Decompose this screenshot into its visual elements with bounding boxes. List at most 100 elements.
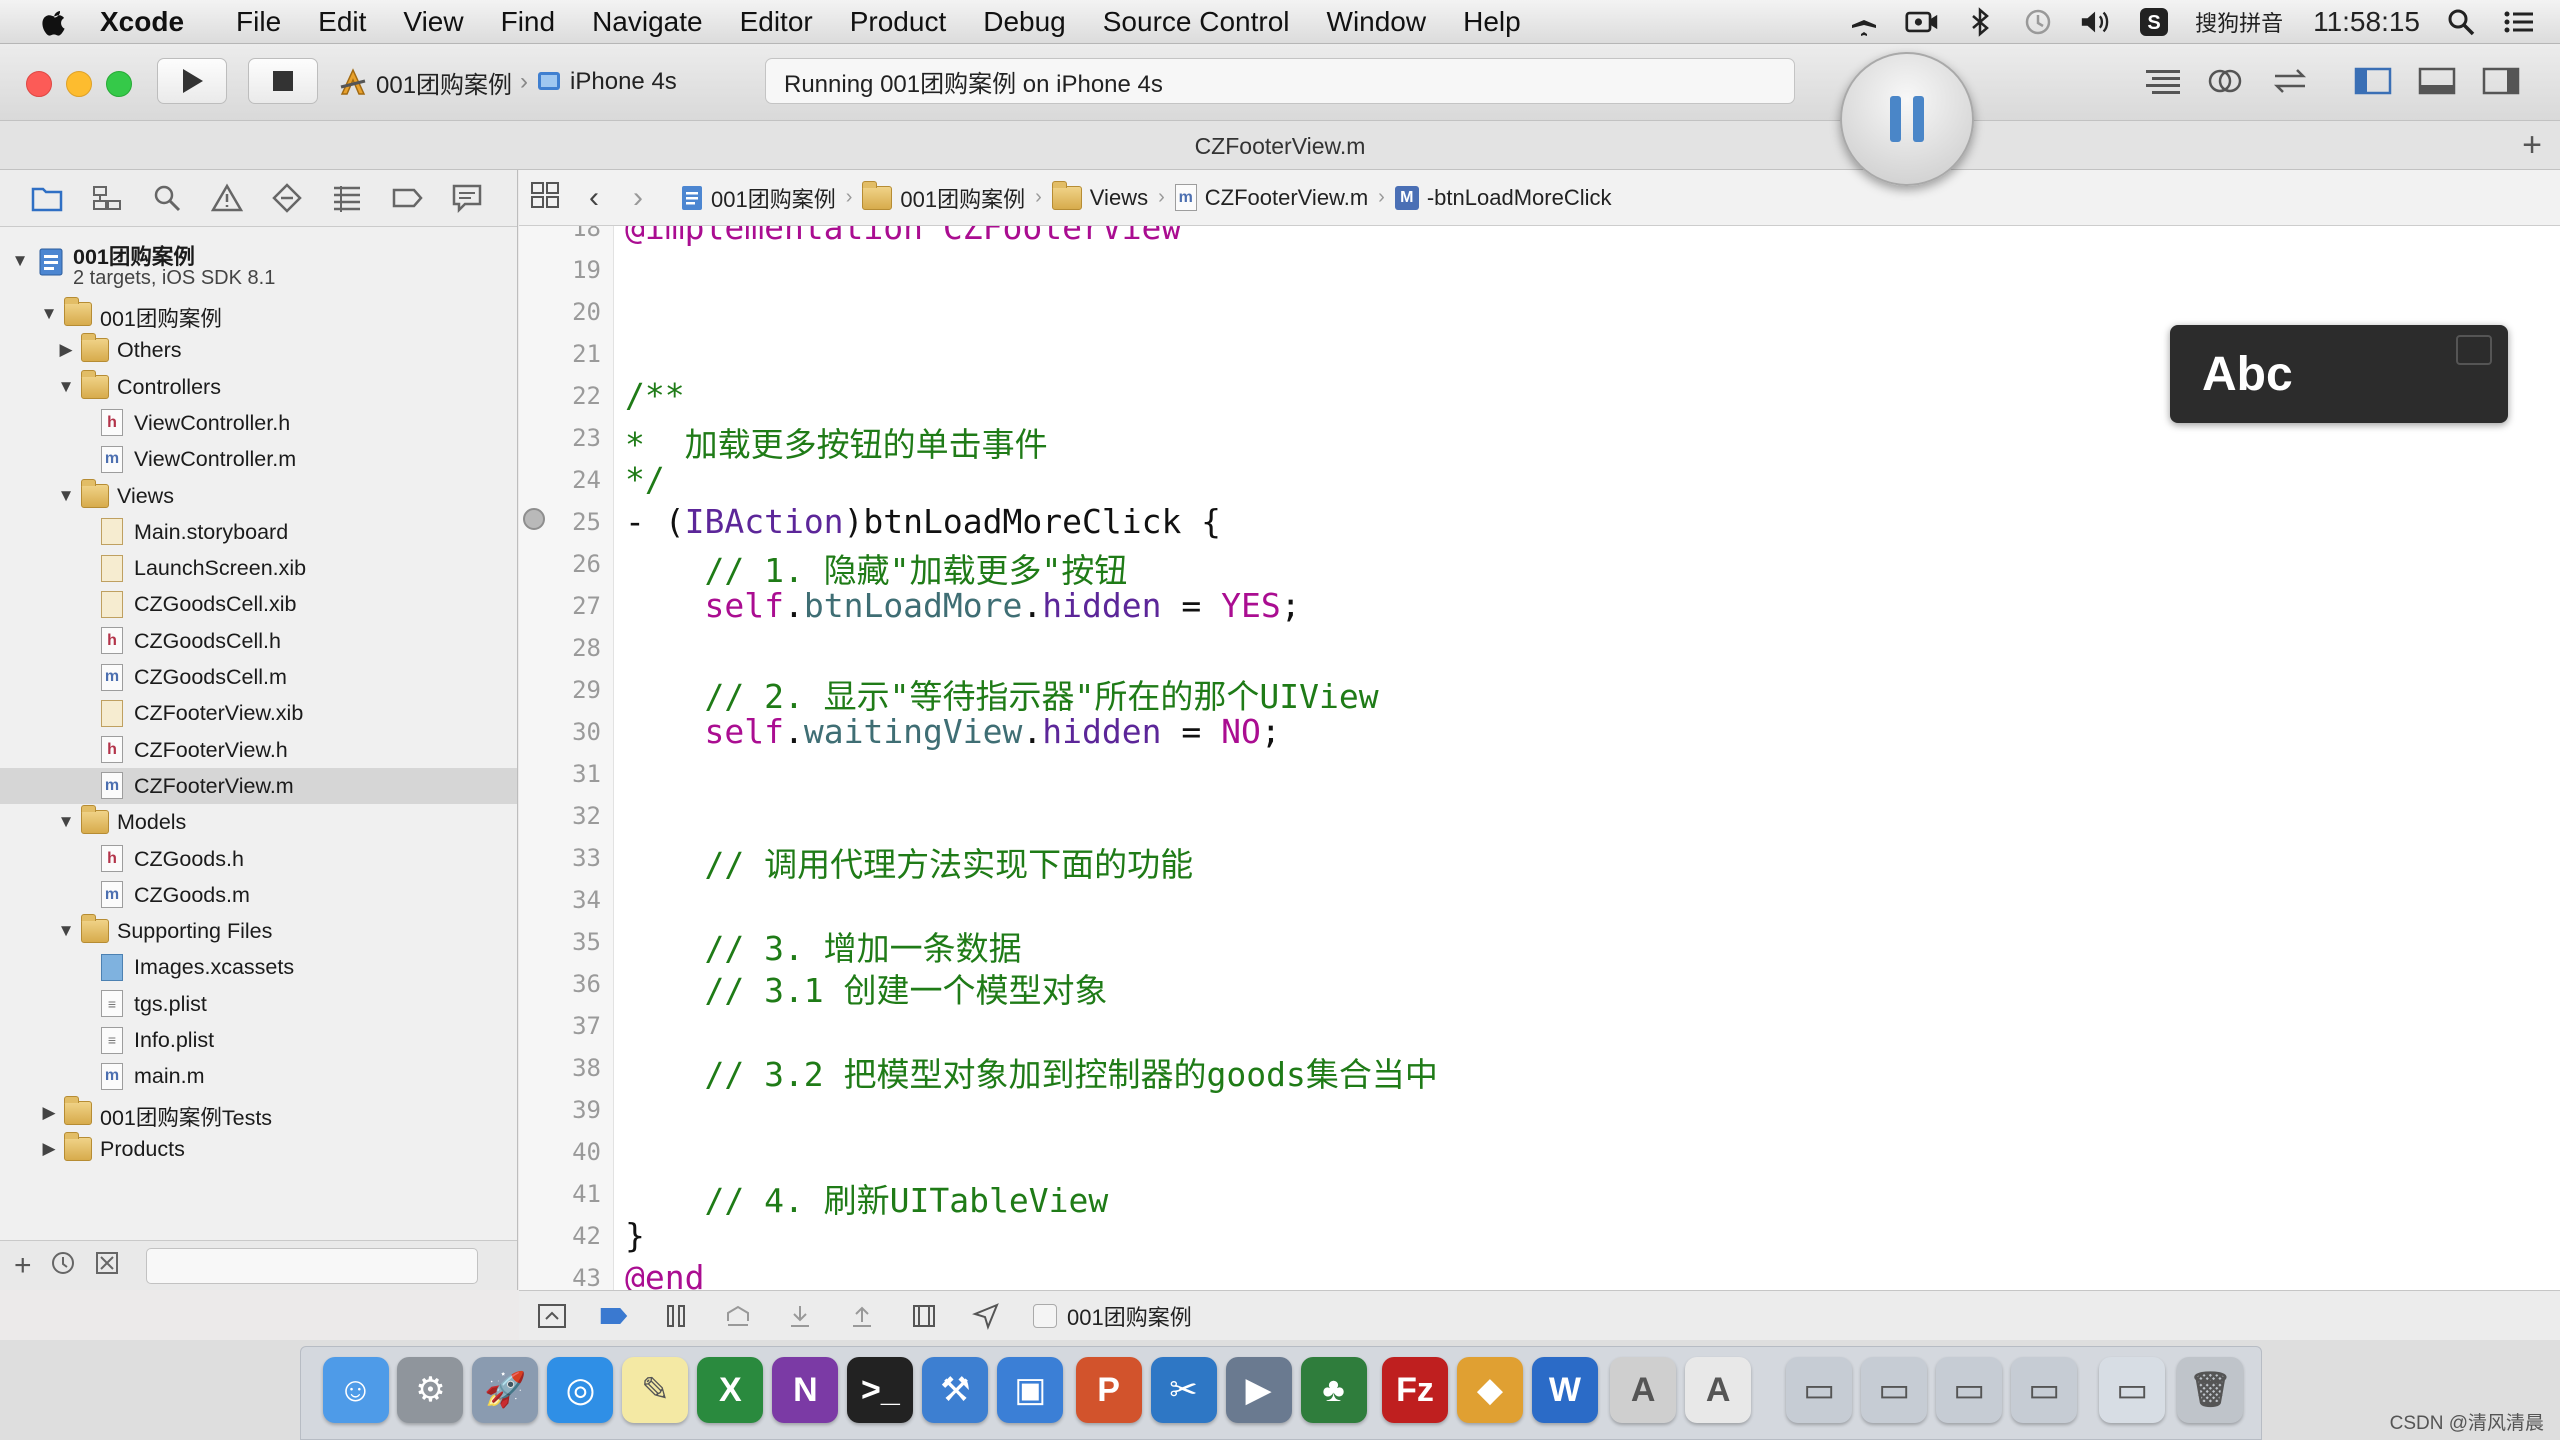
run-button[interactable] <box>157 58 227 104</box>
menu-window[interactable]: Window <box>1327 6 1427 38</box>
disclosure-closed-icon[interactable]: ▶ <box>40 1139 58 1158</box>
file-tree-row[interactable]: ≡ tgs.plist <box>0 986 517 1022</box>
disclosure-closed-icon[interactable]: ▶ <box>40 1103 58 1122</box>
dock-excel-icon[interactable]: X <box>697 1357 764 1423</box>
step-into-icon[interactable] <box>785 1301 815 1331</box>
dock-launchpad-icon[interactable]: 🚀 <box>472 1357 539 1423</box>
dock-files-icon[interactable]: ▣ <box>997 1357 1064 1423</box>
file-tree-row[interactable]: h ViewController.h <box>0 405 517 441</box>
dock-system-preferences-icon[interactable]: ⚙ <box>397 1357 464 1423</box>
file-tree-row[interactable]: ▼ Supporting Files <box>0 913 517 949</box>
apple-menu-icon[interactable] <box>40 5 70 39</box>
dock-xcode-icon[interactable]: ⚒ <box>922 1357 989 1423</box>
menu-navigate[interactable]: Navigate <box>592 6 703 38</box>
symbol-navigator-tab-icon[interactable] <box>90 181 124 215</box>
dock-trash-icon[interactable]: 🗑 <box>2177 1357 2244 1423</box>
issue-navigator-warning-icon[interactable] <box>210 181 244 215</box>
file-tree-row[interactable]: ▼ Controllers <box>0 369 517 405</box>
airplane-icon[interactable] <box>1847 5 1881 39</box>
view-hierarchy-debug-icon[interactable] <box>909 1301 939 1331</box>
file-tree-row[interactable]: m CZFooterView.m <box>0 767 517 804</box>
debug-target-selector[interactable]: 001团购案例 <box>1033 1300 1192 1332</box>
file-tree-row[interactable]: ≡ Info.plist <box>0 1022 517 1058</box>
dock-screenshot-4-icon[interactable]: ▭ <box>2011 1357 2078 1423</box>
dock-xmind-icon[interactable]: ✂ <box>1150 1357 1217 1423</box>
window-close-button[interactable] <box>26 71 52 97</box>
window-minimize-button[interactable] <box>66 71 92 97</box>
file-tree-row[interactable]: ▼ Views <box>0 478 517 514</box>
file-tree-row[interactable]: ▶ Others <box>0 332 517 368</box>
related-items-grid-icon[interactable] <box>529 180 561 216</box>
bluetooth-icon[interactable] <box>1963 5 1997 39</box>
assistant-editor-button[interactable] <box>2198 58 2252 104</box>
menu-debug[interactable]: Debug <box>983 6 1066 38</box>
dock-screenflow-icon[interactable]: ▶ <box>1225 1357 1292 1423</box>
notification-center-icon[interactable] <box>2502 5 2536 39</box>
file-tree-row[interactable]: m CZGoods.m <box>0 877 517 913</box>
simulate-location-icon[interactable] <box>971 1301 1001 1331</box>
sogou-ime-icon[interactable]: S <box>2137 5 2171 39</box>
recent-files-clock-icon[interactable] <box>50 1250 76 1281</box>
window-zoom-button[interactable] <box>106 71 132 97</box>
disclosure-open-icon[interactable]: ▼ <box>57 812 75 831</box>
file-tree-row[interactable]: Images.xcassets <box>0 949 517 985</box>
menu-app-xcode[interactable]: Xcode <box>100 6 184 38</box>
disclosure-open-icon[interactable]: ▼ <box>57 486 75 505</box>
screen-record-icon[interactable] <box>1905 5 1939 39</box>
hide-debug-area-icon[interactable] <box>537 1301 567 1331</box>
menu-source-control[interactable]: Source Control <box>1103 6 1290 38</box>
menu-find[interactable]: Find <box>501 6 555 38</box>
disclosure-open-icon[interactable]: ▼ <box>11 251 29 270</box>
dock-safari-icon[interactable]: ◎ <box>547 1357 614 1423</box>
dock-text-edit-icon[interactable]: A <box>1685 1357 1752 1423</box>
test-navigator-diamond-icon[interactable] <box>270 181 304 215</box>
add-file-plus-icon[interactable]: + <box>14 1249 32 1283</box>
file-tree-row[interactable]: m ViewController.m <box>0 441 517 477</box>
breakpoint-navigator-tag-icon[interactable] <box>390 181 424 215</box>
file-tree-row[interactable]: h CZGoods.h <box>0 841 517 877</box>
dock-filezilla-icon[interactable]: Fz <box>1382 1357 1448 1423</box>
breakpoints-toggle-icon[interactable] <box>599 1301 629 1331</box>
dock-screenshot-3-icon[interactable]: ▭ <box>1936 1357 2003 1423</box>
pause-debug-icon[interactable] <box>661 1301 691 1331</box>
jumpbar-crumb-file[interactable]: m CZFooterView.m <box>1174 184 1368 211</box>
dock-sourcetree-icon[interactable]: ♣ <box>1300 1357 1367 1423</box>
disclosure-open-icon[interactable]: ▼ <box>40 304 58 323</box>
stop-button[interactable] <box>248 58 318 104</box>
toggle-debug-area-button[interactable] <box>2410 58 2464 104</box>
file-tree-row[interactable]: CZFooterView.xib <box>0 695 517 731</box>
dock-terminal-icon[interactable]: >_ <box>847 1357 914 1423</box>
file-tree-row[interactable]: ▶ 001团购案例Tests <box>0 1095 517 1131</box>
menu-editor[interactable]: Editor <box>740 6 813 38</box>
file-tree-row[interactable]: ▼ 001团购案例 <box>0 296 517 332</box>
menu-view[interactable]: View <box>403 6 463 38</box>
file-tree-row[interactable]: m CZGoodsCell.m <box>0 659 517 695</box>
dock-notes-icon[interactable]: ✎ <box>622 1357 689 1423</box>
ime-name-label[interactable]: 搜狗拼音 <box>2195 6 2283 38</box>
toggle-navigator-button[interactable] <box>2346 58 2400 104</box>
recording-pause-button[interactable] <box>1840 52 1974 186</box>
file-tree-row[interactable]: Main.storyboard <box>0 514 517 550</box>
menu-help[interactable]: Help <box>1463 6 1521 38</box>
spotlight-search-icon[interactable] <box>2444 5 2478 39</box>
dock-preview-icon[interactable]: A <box>1610 1357 1677 1423</box>
jumpbar-crumb-group[interactable]: 001团购案例 <box>862 180 1025 214</box>
dock-screenshot-1-icon[interactable]: ▭ <box>1786 1357 1853 1423</box>
go-back-chevron-icon[interactable]: ‹ <box>589 181 599 215</box>
jumpbar-crumb-method[interactable]: M -btnLoadMoreClick <box>1394 185 1611 211</box>
step-out-icon[interactable] <box>847 1301 877 1331</box>
file-tree-row[interactable]: m main.m <box>0 1058 517 1094</box>
line-number-gutter[interactable]: 18 19 20 21 22 23 24 25 26 27 28 29 30 31 32 33 34 35 36 37… <box>519 226 614 1290</box>
dock-downloads-icon[interactable]: ▭ <box>2099 1357 2166 1423</box>
file-tree-row[interactable]: LaunchScreen.xib <box>0 550 517 586</box>
source-control-filter-icon[interactable] <box>94 1250 120 1281</box>
step-over-icon[interactable] <box>723 1301 753 1331</box>
disclosure-closed-icon[interactable]: ▶ <box>57 340 75 359</box>
menu-product[interactable]: Product <box>850 6 947 38</box>
dock-prototyping-icon[interactable]: ◆ <box>1456 1357 1523 1423</box>
volume-icon[interactable] <box>2079 5 2113 39</box>
add-tab-button[interactable]: + <box>2514 126 2550 164</box>
navigator-filter-input[interactable] <box>145 1247 478 1284</box>
menu-file[interactable]: File <box>236 6 281 38</box>
file-tree-row[interactable]: h CZFooterView.h <box>0 732 517 768</box>
